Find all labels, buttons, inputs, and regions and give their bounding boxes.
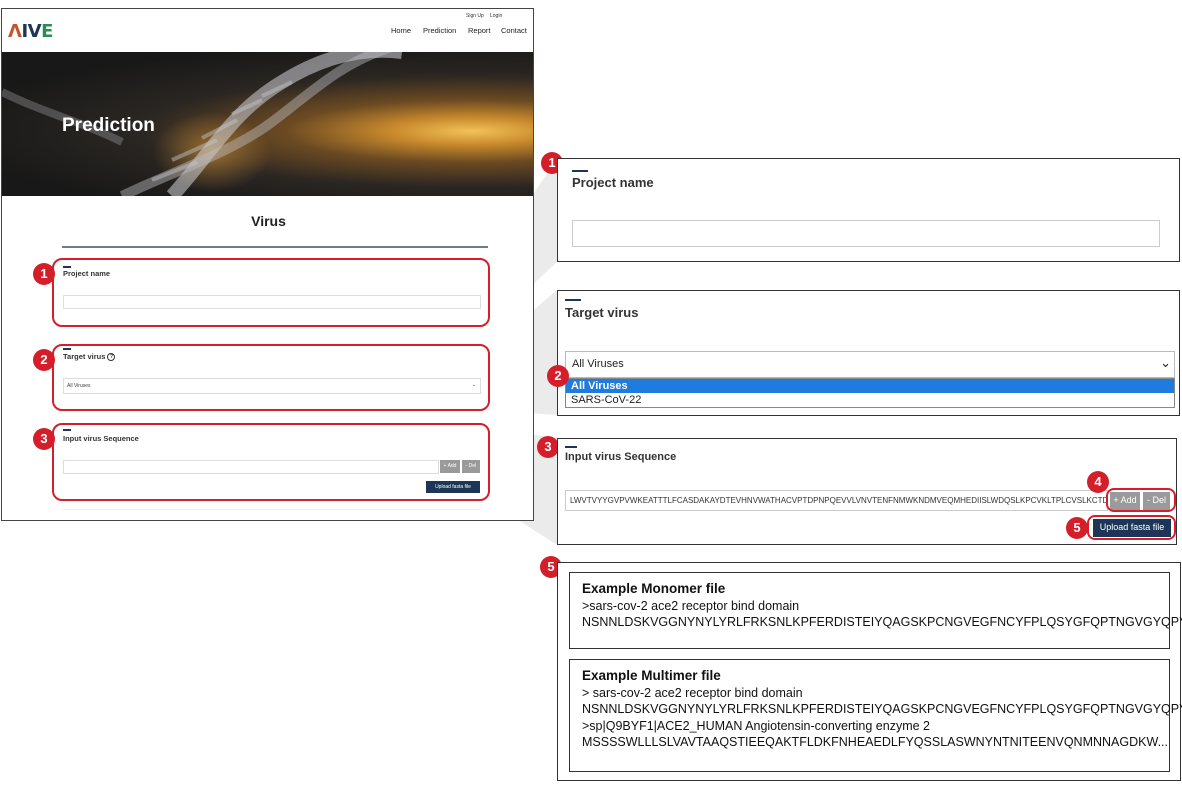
target-virus-select[interactable]: All Viruses ⌄ — [565, 351, 1175, 378]
step-badge-5: 5 — [1066, 517, 1088, 539]
callout-project-name: Project name — [557, 158, 1180, 262]
project-name-input[interactable] — [572, 220, 1160, 247]
signup-link[interactable]: Sign Up — [466, 13, 484, 19]
callout-fasta-examples: Example Monomer file >sars-cov-2 ace2 re… — [557, 562, 1182, 781]
site-logo[interactable]: ΛIVE — [8, 21, 53, 42]
highlight-box-1 — [52, 258, 490, 327]
step-badge-1: 1 — [33, 263, 55, 285]
target-virus-label: Target virus — [565, 305, 639, 320]
step-badge-4: 4 — [1087, 471, 1109, 493]
option-sars-cov-22[interactable]: SARS-CoV-22 — [566, 393, 1174, 407]
highlight-box-3 — [52, 423, 490, 501]
highlight-box-2 — [52, 344, 490, 411]
example-multimer-line: > sars-cov-2 ace2 receptor bind domain — [582, 685, 803, 700]
nav-contact[interactable]: Contact — [501, 26, 527, 35]
example-multimer-line: NSNNLDSKVGGNYNYLYRLFRKSNLKPFERDISTEIYQAG… — [582, 702, 1182, 716]
step-badge-3: 3 — [33, 428, 55, 450]
sequence-label: Input virus Sequence — [565, 451, 677, 463]
step-badge-2: 2 — [547, 365, 569, 387]
login-link[interactable]: Login — [490, 13, 502, 19]
highlight-box-5 — [1087, 515, 1176, 540]
target-virus-dropdown: All Viruses SARS-CoV-22 — [565, 378, 1175, 408]
section-bottom-line — [63, 509, 481, 510]
example-multimer-box: Example Multimer file > sars-cov-2 ace2 … — [569, 659, 1182, 772]
hero-title: Prediction — [62, 115, 155, 136]
highlight-box-4 — [1106, 488, 1176, 512]
callout-target-virus: Target virus All Viruses ⌄ All Viruses S… — [557, 290, 1180, 416]
example-monomer-line: >sars-cov-2 ace2 receptor bind domain — [582, 598, 800, 613]
section-marker — [572, 170, 588, 172]
example-monomer-title: Example Monomer file — [582, 581, 726, 596]
example-multimer-title: Example Multimer file — [582, 668, 721, 683]
example-monomer-box: Example Monomer file >sars-cov-2 ace2 re… — [569, 572, 1182, 649]
example-multimer-line: MSSSSWLLLSLVAVTAAQSTIEEQAKTFLDKFNHEAEDLF… — [582, 735, 1168, 749]
section-marker — [565, 446, 577, 448]
section-title: Virus — [251, 213, 286, 229]
section-marker — [565, 299, 581, 301]
nav-home[interactable]: Home — [391, 26, 411, 35]
section-divider — [62, 246, 488, 248]
option-all-viruses[interactable]: All Viruses — [566, 379, 1174, 393]
hero-banner: Prediction — [2, 52, 533, 196]
project-name-label: Project name — [572, 175, 654, 190]
sequence-input[interactable]: LWVTVYYGVPVWKEATTTLFCASDAKAYDTEVHNVWATHA… — [565, 490, 1108, 511]
step-badge-3: 3 — [537, 436, 559, 458]
nav-report[interactable]: Report — [468, 26, 491, 35]
step-badge-2: 2 — [33, 349, 55, 371]
example-monomer-line: NSNNLDSKVGGNYNYLYRLFRKSNLKPFERDISTEIYQAG… — [582, 615, 1182, 629]
example-multimer-line: >sp|Q9BYF1|ACE2_HUMAN Angiotensin-conver… — [582, 718, 930, 733]
nav-prediction[interactable]: Prediction — [423, 26, 456, 35]
chevron-down-icon: ⌄ — [1160, 355, 1171, 370]
